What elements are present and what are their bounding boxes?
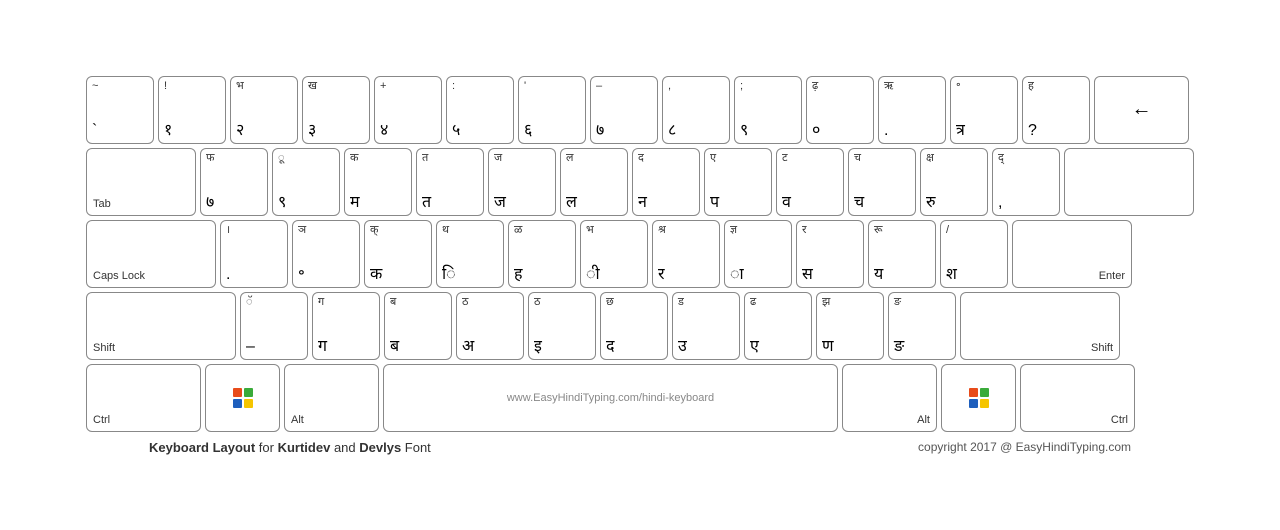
- win-left-key[interactable]: [205, 364, 280, 432]
- key-bracket[interactable]: ह ?: [1022, 76, 1090, 144]
- footer-bold-text: Keyboard Layout: [149, 440, 255, 455]
- key-1[interactable]: ! १: [158, 76, 226, 144]
- key-a[interactable]: । .: [220, 220, 288, 288]
- key-c[interactable]: ब ब: [384, 292, 452, 360]
- key-comma[interactable]: ढ ए: [744, 292, 812, 360]
- key-b[interactable]: ठ इ: [528, 292, 596, 360]
- key-u[interactable]: द न: [632, 148, 700, 216]
- key-open-bracket[interactable]: क्ष रु: [920, 148, 988, 216]
- alt-right-key[interactable]: Alt: [842, 364, 937, 432]
- shift-left-key[interactable]: Shift: [86, 292, 236, 360]
- key-n[interactable]: छ द: [600, 292, 668, 360]
- keyboard-footer: Keyboard Layout for Kurtidev and Devlys …: [86, 440, 1194, 455]
- key-x[interactable]: ग ग: [312, 292, 380, 360]
- key-h[interactable]: भ ी: [580, 220, 648, 288]
- row-5: Ctrl Alt www.EasyHindiTyping.com/hindi-k…: [86, 364, 1194, 432]
- key-s[interactable]: ञ ॰: [292, 220, 360, 288]
- key-p[interactable]: च च: [848, 148, 916, 216]
- key-7[interactable]: – ७: [590, 76, 658, 144]
- key-period[interactable]: झ ण: [816, 292, 884, 360]
- windows-icon-left: [233, 388, 253, 408]
- key-z[interactable]: ॅ –: [240, 292, 308, 360]
- key-0[interactable]: ढ़ ०: [806, 76, 874, 144]
- tab-key[interactable]: Tab: [86, 148, 196, 216]
- key-9[interactable]: ; ९: [734, 76, 802, 144]
- key-l[interactable]: र स: [796, 220, 864, 288]
- keyboard-container: ~ ` ! १ भ २ ख ३ + ४ : ५ ' ६ – ७: [66, 56, 1214, 475]
- key-close-bracket[interactable]: द् ,: [992, 148, 1060, 216]
- key-t[interactable]: ज ज: [488, 148, 556, 216]
- ctrl-right-key[interactable]: Ctrl: [1020, 364, 1135, 432]
- key-i[interactable]: ए प: [704, 148, 772, 216]
- key-v[interactable]: ठ अ: [456, 292, 524, 360]
- key-r[interactable]: त त: [416, 148, 484, 216]
- space-key[interactable]: www.EasyHindiTyping.com/hindi-keyboard: [383, 364, 838, 432]
- key-quote[interactable]: / श: [940, 220, 1008, 288]
- key-semicolon[interactable]: रू य: [868, 220, 936, 288]
- footer-left-text: Keyboard Layout for Kurtidev and Devlys …: [149, 440, 431, 455]
- key-4[interactable]: + ४: [374, 76, 442, 144]
- backspace-key[interactable]: ←: [1094, 76, 1189, 144]
- key-8[interactable]: , ८: [662, 76, 730, 144]
- enter-top[interactable]: [1064, 148, 1194, 216]
- alt-left-key[interactable]: Alt: [284, 364, 379, 432]
- key-5[interactable]: : ५: [446, 76, 514, 144]
- key-6[interactable]: ' ६: [518, 76, 586, 144]
- key-f[interactable]: थ ि: [436, 220, 504, 288]
- key-o[interactable]: ट व: [776, 148, 844, 216]
- windows-icon-right: [969, 388, 989, 408]
- key-g[interactable]: ळ ह: [508, 220, 576, 288]
- key-2[interactable]: भ २: [230, 76, 298, 144]
- footer-right-text: copyright 2017 @ EasyHindiTyping.com: [918, 440, 1131, 455]
- key-backtick[interactable]: ~ `: [86, 76, 154, 144]
- key-e[interactable]: क म: [344, 148, 412, 216]
- key-d[interactable]: क् क: [364, 220, 432, 288]
- row-1: ~ ` ! १ भ २ ख ३ + ४ : ५ ' ६ – ७: [86, 76, 1194, 144]
- ctrl-left-key[interactable]: Ctrl: [86, 364, 201, 432]
- font-name-devlys: Devlys: [359, 440, 401, 455]
- key-j[interactable]: श्र र: [652, 220, 720, 288]
- font-name-kurtidev: Kurtidev: [278, 440, 331, 455]
- key-q[interactable]: फ ७: [200, 148, 268, 216]
- key-equals[interactable]: ॰ त्र: [950, 76, 1018, 144]
- row-2: Tab फ ७ ू ९ क म त त ज ज ल ल द न: [86, 148, 1194, 216]
- key-minus[interactable]: ऋ .: [878, 76, 946, 144]
- row-3: Caps Lock । . ञ ॰ क् क थ ि ळ ह भ ी श्र र: [86, 220, 1194, 288]
- caps-lock-key[interactable]: Caps Lock: [86, 220, 216, 288]
- key-3[interactable]: ख ३: [302, 76, 370, 144]
- key-w[interactable]: ू ९: [272, 148, 340, 216]
- row-4: Shift ॅ – ग ग ब ब ठ अ ठ इ छ द ड उ: [86, 292, 1194, 360]
- shift-right-key[interactable]: Shift: [960, 292, 1120, 360]
- key-m[interactable]: ड उ: [672, 292, 740, 360]
- key-y[interactable]: ल ल: [560, 148, 628, 216]
- enter-key[interactable]: Enter: [1012, 220, 1132, 288]
- key-k[interactable]: ज्ञ ा: [724, 220, 792, 288]
- key-slash[interactable]: ङ ङ: [888, 292, 956, 360]
- win-right-key[interactable]: [941, 364, 1016, 432]
